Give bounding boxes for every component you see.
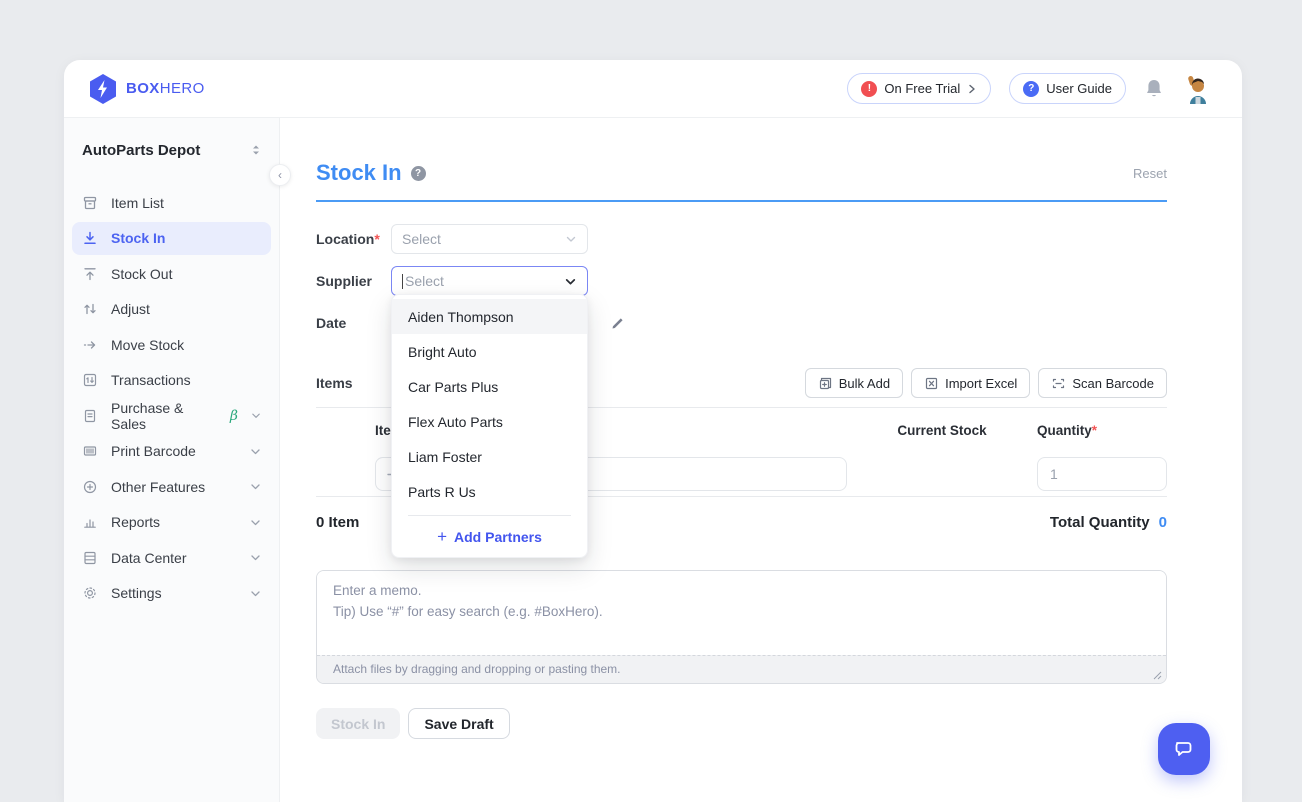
app-window: BOXHERO ! On Free Trial ? User Guide (64, 60, 1242, 802)
package-icon (82, 195, 98, 211)
stock-out-icon (82, 266, 98, 282)
question-icon: ? (1023, 81, 1039, 97)
scan-icon (1051, 376, 1066, 391)
circle-plus-icon (82, 479, 98, 495)
chat-bubble-icon (1172, 737, 1196, 761)
bar-chart-icon (82, 514, 98, 530)
page-title: Stock In (316, 160, 402, 186)
dropdown-option[interactable]: Liam Foster (392, 439, 587, 474)
chevron-down-icon (251, 410, 261, 421)
dropdown-option[interactable]: Aiden Thompson (392, 299, 587, 334)
required-asterisk: * (1092, 423, 1097, 438)
total-quantity-value: 0 (1159, 514, 1167, 531)
sidebar-item-data-center[interactable]: Data Center (72, 541, 271, 574)
chevron-down-icon (250, 481, 261, 492)
items-section-label: Items (316, 375, 353, 391)
database-icon (82, 550, 98, 566)
chevron-down-icon (565, 233, 577, 245)
boxhero-logo: BOXHERO (88, 73, 205, 105)
top-header: BOXHERO ! On Free Trial ? User Guide (64, 60, 1242, 118)
chevron-down-icon (250, 517, 261, 528)
sidebar-item-move-stock[interactable]: Move Stock (72, 328, 271, 361)
trial-label: On Free Trial (884, 81, 960, 96)
move-stock-icon (82, 337, 98, 353)
edit-pencil-icon[interactable] (610, 316, 625, 331)
sidebar: AutoParts Depot Item List Stock In Stock… (64, 118, 280, 802)
attach-files-hint[interactable]: Attach files by dragging and dropping or… (317, 655, 1166, 683)
location-label: Location* (316, 231, 391, 247)
gear-icon (82, 585, 98, 601)
workspace-name: AutoParts Depot (82, 142, 200, 159)
adjust-icon (82, 301, 98, 317)
bell-icon[interactable] (1144, 78, 1164, 100)
plus-icon: + (437, 528, 447, 545)
sidebar-item-reports[interactable]: Reports (72, 506, 271, 539)
help-icon[interactable]: ? (411, 166, 426, 181)
sidebar-item-purchase-sales[interactable]: Purchase & Sales β (72, 399, 271, 432)
supplier-label: Supplier (316, 273, 391, 289)
resize-handle-icon[interactable] (1153, 671, 1162, 680)
supplier-dropdown: Aiden Thompson Bright Auto Car Parts Plu… (391, 294, 588, 558)
column-current-stock: Current Stock (847, 423, 1037, 438)
sidebar-item-other-features[interactable]: Other Features (72, 470, 271, 503)
quantity-input[interactable] (1037, 457, 1167, 491)
date-label: Date (316, 315, 391, 331)
sidebar-item-adjust[interactable]: Adjust (72, 293, 271, 326)
main-content: Stock In ? Reset Location* Select Suppli… (280, 118, 1242, 802)
add-partners-button[interactable]: + Add Partners (392, 516, 587, 557)
dropdown-option[interactable]: Parts R Us (392, 474, 587, 509)
sidebar-item-settings[interactable]: Settings (72, 577, 271, 610)
bulk-add-icon (818, 376, 833, 391)
dropdown-option[interactable]: Bright Auto (392, 334, 587, 369)
sidebar-item-print-barcode[interactable]: Print Barcode (72, 435, 271, 468)
chevron-down-icon (250, 552, 261, 563)
supplier-select[interactable]: Select (391, 266, 588, 296)
text-caret (402, 274, 403, 289)
beta-badge: β (230, 408, 238, 424)
boxhero-logo-icon (88, 73, 118, 105)
sort-arrows-icon (251, 143, 261, 157)
chevron-down-icon (250, 446, 261, 457)
import-excel-button[interactable]: Import Excel (911, 368, 1030, 398)
memo-textarea[interactable] (317, 571, 1166, 655)
user-guide-button[interactable]: ? User Guide (1009, 73, 1126, 104)
transactions-icon (82, 372, 98, 388)
dropdown-option[interactable]: Flex Auto Parts (392, 404, 587, 439)
chevron-down-icon (250, 588, 261, 599)
exclamation-icon: ! (861, 81, 877, 97)
dropdown-option[interactable]: Car Parts Plus (392, 369, 587, 404)
stock-in-icon (82, 230, 98, 246)
guide-label: User Guide (1046, 81, 1112, 96)
excel-icon (924, 376, 939, 391)
column-quantity: Quantity* (1037, 423, 1167, 438)
reset-link[interactable]: Reset (1133, 166, 1167, 181)
sidebar-item-stock-out[interactable]: Stock Out (72, 257, 271, 290)
required-asterisk: * (374, 231, 379, 247)
document-icon (82, 408, 98, 424)
total-quantity-label: Total Quantity (1050, 514, 1150, 531)
chevron-right-icon (967, 84, 977, 94)
location-select[interactable]: Select (391, 224, 588, 254)
item-count: 0 Item (316, 514, 359, 531)
sidebar-item-transactions[interactable]: Transactions (72, 364, 271, 397)
brand-text: BOXHERO (126, 80, 205, 97)
memo-box: Attach files by dragging and dropping or… (316, 570, 1167, 684)
user-avatar[interactable] (1182, 74, 1212, 104)
chat-support-button[interactable] (1158, 723, 1210, 775)
on-free-trial-button[interactable]: ! On Free Trial (847, 73, 991, 104)
sidebar-item-stock-in[interactable]: Stock In (72, 222, 271, 255)
sidebar-item-item-list[interactable]: Item List (72, 186, 271, 219)
scan-barcode-button[interactable]: Scan Barcode (1038, 368, 1167, 398)
barcode-icon (82, 443, 98, 459)
sidebar-collapse-button[interactable]: ‹ (269, 164, 291, 186)
bulk-add-button[interactable]: Bulk Add (805, 368, 903, 398)
stock-in-submit-button[interactable]: Stock In (316, 708, 400, 739)
workspace-switcher[interactable]: AutoParts Depot (72, 136, 271, 164)
save-draft-button[interactable]: Save Draft (408, 708, 509, 739)
chevron-down-icon (564, 275, 577, 288)
